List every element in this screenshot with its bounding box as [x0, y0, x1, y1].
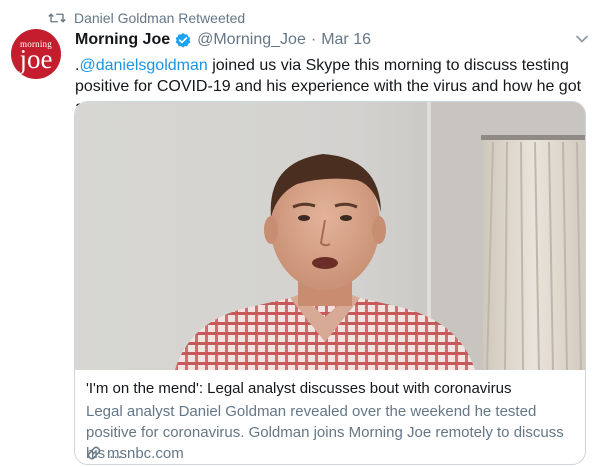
display-name[interactable]: Morning Joe — [75, 31, 170, 49]
verified-badge-icon — [175, 32, 191, 48]
avatar[interactable]: morning joe — [11, 29, 61, 79]
card-domain-text: msnbc.com — [107, 444, 184, 462]
link-card[interactable]: 'I'm on the mend': Legal analyst discuss… — [74, 101, 586, 465]
retweet-icon — [48, 13, 66, 23]
mention-link[interactable]: @danielsgoldman — [79, 57, 207, 74]
tweet-date[interactable]: Mar 16 — [321, 31, 371, 49]
link-icon — [87, 446, 101, 460]
retweet-context[interactable]: Daniel Goldman Retweeted — [48, 8, 245, 28]
card-image[interactable] — [75, 102, 585, 370]
card-domain: msnbc.com — [86, 443, 184, 463]
retweet-label: Daniel Goldman Retweeted — [74, 10, 246, 26]
tweet-header: Morning Joe @Morning_Joe · Mar 16 — [75, 29, 593, 51]
chevron-down-icon[interactable] — [575, 32, 589, 46]
separator-dot: · — [310, 31, 317, 48]
user-handle[interactable]: @Morning_Joe — [197, 31, 306, 49]
card-title: 'I'm on the mend': Legal analyst discuss… — [86, 380, 512, 397]
avatar-logo-line2: joe — [19, 43, 53, 74]
